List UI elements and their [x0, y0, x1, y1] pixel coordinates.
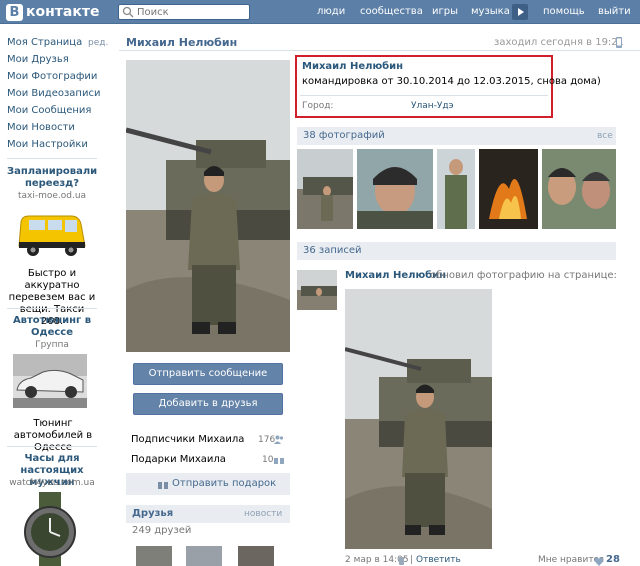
- sidebar-divider: [7, 446, 97, 447]
- send-gift-label: Отправить подарок: [172, 478, 277, 489]
- sidebar-item-settings[interactable]: Мои Настройки: [7, 139, 88, 150]
- city-label: Город:: [302, 101, 334, 111]
- mobile-icon: [616, 37, 622, 48]
- search-icon: [122, 6, 134, 18]
- top-header: В контакте люди сообщества игры музыка п…: [0, 0, 640, 24]
- send-gift-button[interactable]: Отправить подарок: [126, 473, 290, 495]
- sidebar-divider: [7, 158, 97, 159]
- nav-logout[interactable]: выйти: [598, 0, 631, 24]
- info-name: Михаил Нелюбин: [302, 61, 404, 72]
- nav-communities[interactable]: сообщества: [360, 0, 423, 24]
- sidebar-item-photos[interactable]: Мои Фотографии: [7, 71, 97, 82]
- gift-icon: [274, 455, 284, 464]
- friends-news-link[interactable]: новости: [244, 509, 282, 519]
- ad-taxi-image[interactable]: [13, 206, 87, 264]
- friend-avatar[interactable]: [186, 546, 222, 566]
- ad-tuning-sub[interactable]: Группа: [7, 340, 97, 350]
- photos-all-link[interactable]: все: [597, 131, 613, 141]
- friends-title[interactable]: Друзья: [132, 508, 173, 519]
- nav-people[interactable]: люди: [317, 0, 345, 24]
- gifts-link[interactable]: Подарки Михаила: [131, 454, 226, 465]
- ad-moving-title[interactable]: Запланировали переезд?: [7, 166, 97, 190]
- ad-watch-image[interactable]: [13, 492, 87, 566]
- friend-avatar[interactable]: [238, 546, 274, 566]
- ad-moving-site[interactable]: taxi-moe.od.ua: [7, 191, 97, 201]
- post-author-avatar[interactable]: [297, 270, 337, 310]
- photo-thumb[interactable]: [542, 149, 616, 229]
- followers-icon: [274, 435, 284, 444]
- search-input[interactable]: [137, 6, 247, 18]
- wall-header[interactable]: 36 записей: [297, 242, 616, 260]
- photo-thumb[interactable]: [437, 149, 475, 229]
- profile-status: командировка от 30.10.2014 до 12.03.2015…: [302, 76, 601, 87]
- gifts-count: 10: [262, 455, 274, 465]
- gift-icon: [158, 479, 168, 489]
- city-value[interactable]: Улан-Удэ: [411, 101, 454, 111]
- sidebar-item-my-page[interactable]: Моя Страница: [7, 37, 82, 48]
- vk-logo[interactable]: В контакте: [6, 3, 99, 21]
- ad-tuning-text[interactable]: Тюнинг автомобилей в Одессе: [5, 418, 101, 454]
- play-icon[interactable]: [512, 4, 528, 20]
- page-title: Михаил Нелюбин: [126, 36, 238, 49]
- ad-car-image[interactable]: [13, 354, 87, 408]
- photos-title[interactable]: 38 фотографий: [303, 130, 385, 141]
- heart-icon[interactable]: [594, 557, 604, 566]
- post-reply-link[interactable]: Ответить: [416, 555, 461, 565]
- sidebar-edit-link[interactable]: ред.: [88, 38, 108, 48]
- sidebar-divider: [7, 308, 97, 309]
- online-status: заходил сегодня в 19:21: [494, 37, 625, 48]
- friend-avatar[interactable]: [136, 546, 172, 566]
- like-count: 28: [606, 554, 620, 565]
- photo-thumb[interactable]: [479, 149, 538, 229]
- photo-thumb[interactable]: [297, 149, 353, 229]
- nav-help[interactable]: помощь: [543, 0, 585, 24]
- sidebar-item-messages[interactable]: Мои Сообщения: [7, 105, 91, 116]
- wall-title[interactable]: 36 записей: [303, 245, 362, 256]
- add-friend-button[interactable]: Добавить в друзья: [133, 393, 283, 415]
- mobile-icon: [399, 557, 404, 565]
- post-photo[interactable]: [345, 289, 492, 549]
- send-message-button[interactable]: Отправить сообщение: [133, 363, 283, 385]
- photos-header[interactable]: 38 фотографий: [297, 127, 616, 145]
- nav-music[interactable]: музыка: [471, 0, 510, 24]
- sidebar-item-videos[interactable]: Мои Видеозаписи: [7, 88, 100, 99]
- vk-logo-text: контакте: [26, 4, 100, 20]
- friends-count: 249 друзей: [132, 525, 192, 536]
- post-action: обновил фотографию на странице:: [430, 270, 617, 281]
- sidebar-item-friends[interactable]: Мои Друзья: [7, 54, 69, 65]
- vk-logo-icon: В: [6, 3, 23, 21]
- info-divider: [300, 95, 548, 96]
- search-box[interactable]: [118, 4, 250, 20]
- post-date-separator: |: [410, 555, 414, 565]
- followers-count: 176: [258, 435, 276, 445]
- followers-link[interactable]: Подписчики Михаила: [131, 434, 244, 445]
- sidebar-item-news[interactable]: Мои Новости: [7, 122, 75, 133]
- photo-thumb[interactable]: [357, 149, 433, 229]
- profile-avatar[interactable]: [126, 60, 290, 352]
- ad-watch-site[interactable]: watch4you.com.ua: [7, 478, 97, 488]
- ad-tuning-title[interactable]: Автотюнинг в Одессе: [7, 315, 97, 339]
- nav-games[interactable]: игры: [432, 0, 458, 24]
